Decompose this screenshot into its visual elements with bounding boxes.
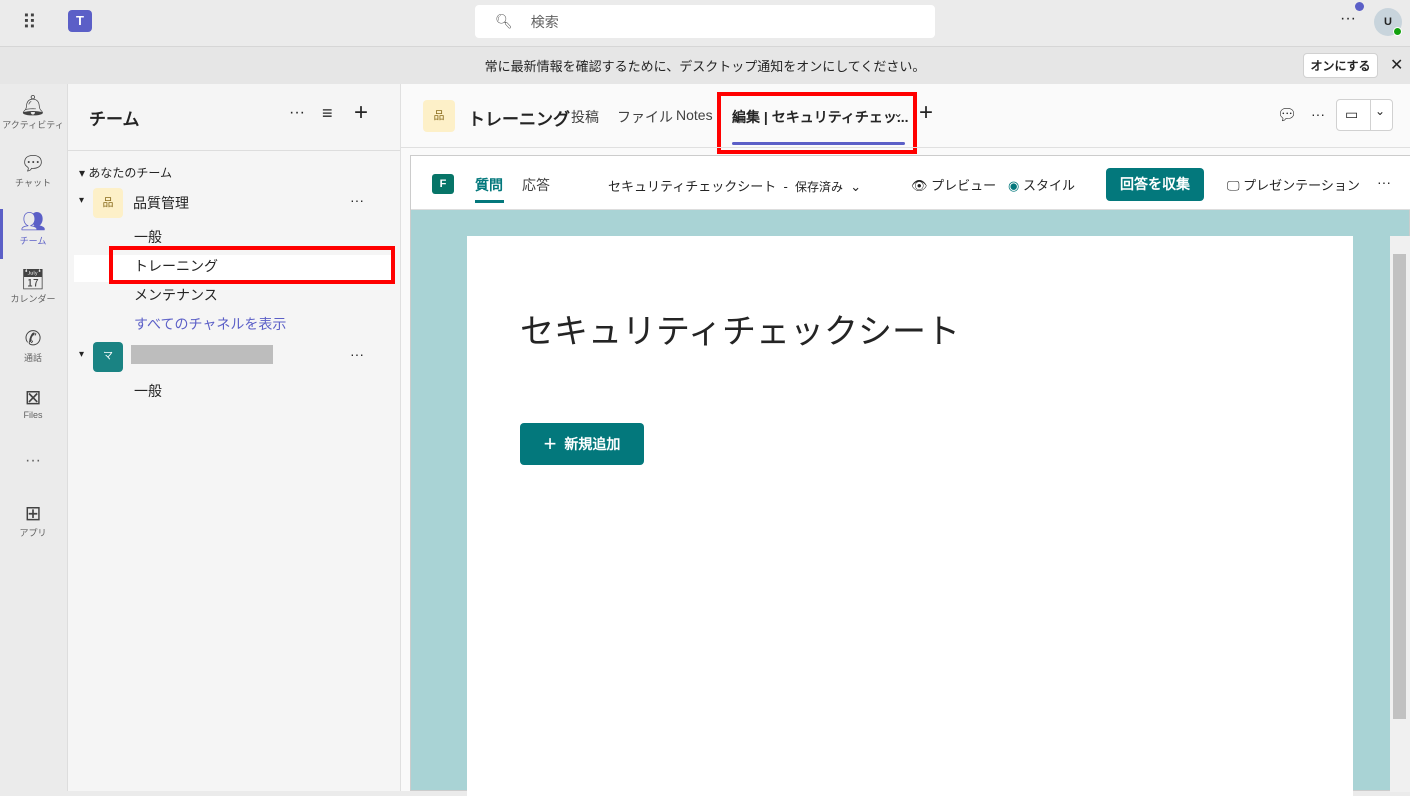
teams-panel: チーム ··· ≡ + ▾ あなたのチーム ▾ 品 品質管理 ··· 一般 トレ… (67, 84, 401, 791)
meet-button[interactable]: ▭ ⌄ (1336, 99, 1393, 131)
more-icon[interactable]: ··· (1311, 106, 1325, 122)
collect-responses-button[interactable]: 回答を収集 (1106, 168, 1204, 201)
more-options-icon[interactable]: ··· (289, 104, 305, 122)
forms-toolbar: F 質問 応答 セキュリティチェックシート - 保存済み ⌄ 👁︎ プレビュー … (411, 156, 1410, 210)
channel-item[interactable]: メンテナンス (134, 285, 218, 305)
scrollbar[interactable] (1390, 236, 1410, 792)
form-card: セキュリティチェックシート + 新規追加 (467, 236, 1353, 796)
collapse-icon[interactable]: ▾ (79, 349, 84, 360)
rail-apps[interactable]: ⊞ アプリ (0, 502, 66, 539)
filter-icon[interactable]: ≡ (322, 103, 333, 124)
eye-icon: 👁︎ (911, 178, 928, 193)
redacted-team-name (131, 345, 273, 364)
present-button[interactable]: 🖵 プレゼンテーション (1227, 175, 1360, 194)
teams-logo-icon: T (68, 10, 92, 32)
scrollbar-thumb[interactable] (1393, 254, 1406, 719)
add-icon[interactable]: + (354, 99, 368, 127)
rail-calls[interactable]: ✆ 通話 (0, 327, 66, 364)
form-doc-title[interactable]: セキュリティチェックシート - 保存済み ⌄ (608, 176, 861, 195)
channel-avatar: 品 (423, 100, 455, 132)
form-title[interactable]: セキュリティチェックシート (520, 304, 960, 353)
chat-icon: 💬︎ (20, 153, 46, 175)
style-button[interactable]: ◉ スタイル (1008, 175, 1075, 194)
palette-icon: ◉ (1008, 178, 1020, 193)
rail-activity[interactable]: 🔔︎ アクティビティ (0, 94, 66, 131)
presence-icon (1393, 27, 1402, 36)
active-tab-underline (475, 200, 504, 203)
files-icon: ⊠ (24, 387, 42, 409)
forms-frame: F 質問 応答 セキュリティチェックシート - 保存済み ⌄ 👁︎ プレビュー … (410, 155, 1410, 796)
preview-button[interactable]: 👁︎ プレビュー (911, 175, 996, 194)
show-all-channels-link[interactable]: すべてのチャネルを表示 (134, 314, 286, 334)
add-tab-icon[interactable]: + (919, 99, 933, 127)
monitor-icon: 🖵 (1227, 178, 1240, 193)
team-more-icon[interactable]: ··· (350, 192, 364, 208)
bell-icon: 🔔︎ (20, 95, 46, 117)
conversation-icon[interactable]: 💬︎ (1277, 105, 1297, 125)
tab-posts[interactable]: 投稿 (571, 107, 599, 127)
divider (68, 150, 401, 151)
video-icon: ▭ (1345, 106, 1359, 122)
forms-logo-icon: F (432, 174, 454, 194)
highlight-box (717, 92, 917, 154)
apps-icon: ⊞ (24, 503, 42, 525)
team-more-icon[interactable]: ··· (350, 346, 364, 362)
notification-banner: 常に最新情報を確認するために、デスクトップ通知をオンにしてください。 (0, 46, 1410, 84)
team-avatar: 品 (93, 188, 123, 218)
rail-files[interactable]: ⊠ Files (0, 386, 66, 420)
rail-chat[interactable]: 💬︎ チャット (0, 152, 66, 189)
search-icon: 🔍︎ (495, 13, 513, 29)
close-icon[interactable]: ✕ (1390, 55, 1403, 75)
teams-icon: 👥︎ (20, 211, 46, 233)
notification-dot (1355, 2, 1364, 11)
team-name[interactable]: 品質管理 (133, 193, 189, 213)
more-icon[interactable]: ··· (1340, 10, 1356, 28)
add-new-button[interactable]: + 新規追加 (520, 423, 644, 465)
chevron-down-icon[interactable]: ⌄ (1375, 104, 1385, 118)
team-avatar: マ (93, 342, 123, 372)
plus-icon: + (543, 431, 557, 456)
app-launcher-icon[interactable]: ⠿ (22, 10, 37, 35)
phone-icon: ✆ (24, 328, 42, 350)
tab-notes[interactable]: Notes (676, 107, 713, 123)
search-input[interactable]: 🔍︎ 検索 (475, 5, 935, 38)
app-rail: 🔔︎ アクティビティ 💬︎ チャット 👥︎ チーム 📅︎ カレンダー ✆ 通話 ⊠ File… (0, 84, 66, 791)
tab-responses[interactable]: 応答 (522, 175, 550, 195)
rail-teams[interactable]: 👥︎ チーム (0, 210, 66, 247)
channel-item[interactable]: 一般 (134, 381, 162, 401)
channel-item[interactable]: 一般 (134, 227, 162, 247)
turn-on-button[interactable]: オンにする (1303, 53, 1378, 78)
panel-title: チーム (89, 110, 140, 129)
collapse-icon[interactable]: ▾ (79, 195, 84, 206)
channel-title: トレーニング (468, 110, 570, 129)
highlight-box (109, 246, 395, 284)
tab-questions[interactable]: 質問 (475, 175, 503, 195)
calendar-icon: 📅︎ (20, 269, 46, 291)
rail-calendar[interactable]: 📅︎ カレンダー (0, 268, 66, 305)
more-icon[interactable]: ··· (1377, 174, 1391, 190)
top-bar: ⠿ T 🔍︎ 検索 ··· U (0, 0, 1410, 46)
your-teams-header[interactable]: ▾ あなたのチーム (79, 164, 172, 181)
tab-files[interactable]: ファイル (617, 107, 673, 127)
rail-more[interactable]: ··· (0, 452, 66, 470)
